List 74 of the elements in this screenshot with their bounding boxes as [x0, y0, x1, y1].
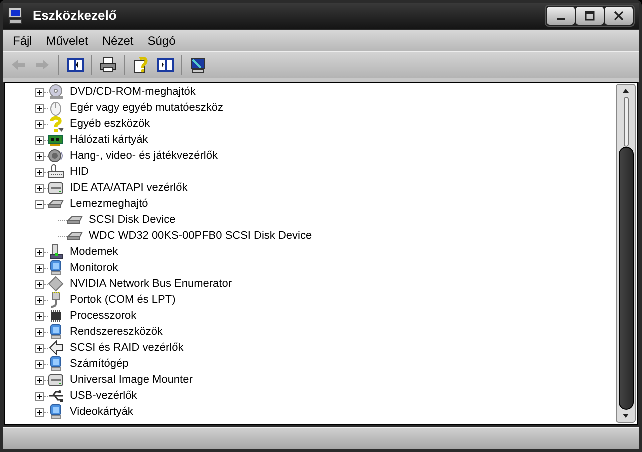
diamond-icon [48, 276, 64, 292]
tree-item[interactable]: Monitorok [70, 260, 118, 276]
expand-toggle[interactable] [35, 248, 44, 256]
tree-item[interactable]: WDC WD32 00KS-00PFB0 SCSI Disk Device [89, 228, 312, 244]
mouse-icon [48, 100, 64, 116]
tree-item[interactable]: Rendszereszközök [70, 324, 163, 340]
monitor-icon [48, 324, 64, 340]
tree-item[interactable]: Egér vagy egyéb mutatóeszköz [70, 100, 224, 116]
scrollbar[interactable] [616, 84, 636, 423]
expand-toggle[interactable] [35, 184, 44, 192]
chip-icon [48, 308, 64, 324]
maximize-button[interactable] [576, 7, 604, 25]
monitor-icon [48, 356, 64, 372]
menu-item[interactable]: Fájl [7, 32, 38, 50]
expand-toggle[interactable] [35, 152, 44, 160]
expand-toggle[interactable] [35, 360, 44, 368]
speaker-icon [48, 148, 64, 164]
tree-item[interactable]: IDE ATA/ATAPI vezérlők [70, 180, 188, 196]
tree-item[interactable]: Modemek [70, 244, 118, 260]
expand-toggle[interactable] [35, 264, 44, 272]
expand-toggle[interactable] [35, 120, 44, 128]
panel-icon [156, 56, 174, 74]
tree-item[interactable]: Portok (COM és LPT) [70, 292, 176, 308]
menu-item[interactable]: Művelet [40, 32, 94, 50]
tree-item[interactable]: Számítógép [70, 356, 129, 372]
tree-item[interactable]: Egyéb eszközök [70, 116, 150, 132]
minimize-icon [557, 18, 565, 20]
collapse-toggle[interactable] [35, 200, 44, 208]
maximize-icon [585, 11, 595, 21]
modem-icon [48, 244, 64, 260]
usb-icon [48, 388, 64, 404]
expand-toggle[interactable] [35, 280, 44, 288]
drive-icon [48, 372, 64, 388]
expand-toggle[interactable] [35, 408, 44, 416]
tree-item[interactable]: SCSI Disk Device [89, 212, 176, 228]
expand-toggle[interactable] [35, 88, 44, 96]
printer-icon [100, 56, 116, 74]
help-icon [132, 56, 150, 74]
close-icon [614, 11, 624, 21]
monitor-icon [48, 260, 64, 276]
expand-toggle[interactable] [35, 376, 44, 384]
question-mark-icon [48, 116, 64, 132]
monitor-wrench-icon [190, 56, 206, 74]
tree-item[interactable]: Videokártyák [70, 404, 134, 420]
menu-item[interactable]: Nézet [96, 32, 140, 50]
menu-item[interactable]: Súgó [142, 32, 182, 50]
expand-toggle[interactable] [35, 168, 44, 176]
expand-toggle[interactable] [35, 104, 44, 112]
close-button[interactable] [605, 7, 633, 25]
computer-icon [7, 7, 25, 25]
expand-toggle[interactable] [35, 136, 44, 144]
expand-toggle[interactable] [35, 344, 44, 352]
tree-item[interactable]: Universal Image Mounter [70, 372, 193, 388]
tree-item[interactable]: Lemezmeghajtó [70, 196, 148, 212]
monitor-icon [48, 404, 64, 420]
tree-item[interactable]: NVIDIA Network Bus Enumerator [70, 276, 232, 292]
tree-item[interactable]: USB-vezérlők [70, 388, 138, 404]
scsi-connector-icon [48, 340, 64, 356]
panel-icon [66, 56, 84, 74]
tree-item[interactable]: Hálózati kártyák [70, 132, 148, 148]
minimize-button[interactable] [547, 7, 575, 25]
window-title: Eszközkezelő [33, 7, 118, 26]
expand-toggle[interactable] [35, 328, 44, 336]
keyboard-icon [48, 164, 64, 180]
tree-item[interactable]: Hang-, video- és játékvezérlők [70, 148, 218, 164]
tree-item[interactable]: Processzorok [70, 308, 137, 324]
scrollbar-thumb[interactable] [618, 147, 634, 410]
tree-item[interactable]: DVD/CD-ROM-meghajtók [70, 84, 196, 100]
tree-item[interactable]: HID [70, 164, 89, 180]
expand-toggle[interactable] [35, 312, 44, 320]
drive-icon [48, 180, 64, 196]
expand-toggle[interactable] [35, 296, 44, 304]
expand-toggle[interactable] [35, 392, 44, 400]
tree-item[interactable]: SCSI és RAID vezérlők [70, 340, 184, 356]
